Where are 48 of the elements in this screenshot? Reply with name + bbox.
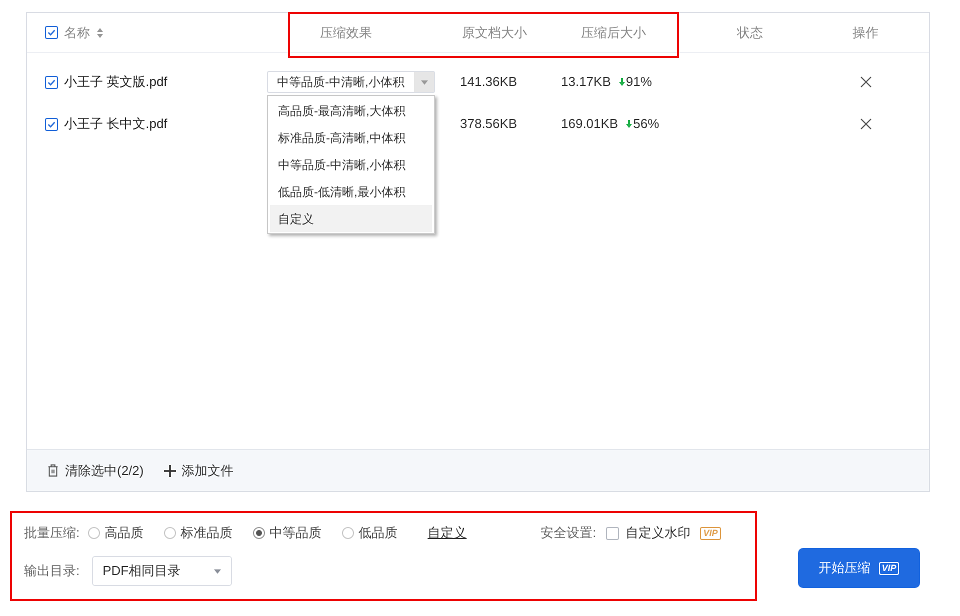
- custom-link[interactable]: 自定义: [428, 523, 467, 543]
- clear-selected-button[interactable]: 清除选中(2/2): [47, 460, 144, 480]
- file-name: 小王子 英文版.pdf: [64, 73, 168, 92]
- menu-item[interactable]: 自定义: [270, 205, 432, 232]
- trash-icon: [47, 464, 59, 477]
- vip-badge: VIP: [700, 526, 721, 540]
- reduction-percent: 56%: [633, 115, 660, 134]
- original-size: 378.56KB: [460, 116, 518, 132]
- add-file-button[interactable]: 添加文件: [164, 460, 234, 480]
- column-header: 压缩后大小: [581, 24, 646, 42]
- file-name: 小王子 长中文.pdf: [64, 115, 168, 134]
- compressed-size: 169.01KB: [561, 115, 618, 134]
- effect-select[interactable]: 中等品质-中清晰,小体积: [267, 71, 435, 93]
- column-header: 操作: [852, 24, 878, 42]
- batch-label: 批量压缩:: [24, 524, 80, 542]
- close-icon[interactable]: [860, 76, 872, 88]
- down-arrow-icon: [626, 120, 632, 128]
- quality-radio[interactable]: 标准品质: [164, 523, 233, 543]
- output-label: 输出目录:: [24, 562, 80, 580]
- menu-item[interactable]: 标准品质-高清晰,中体积: [270, 124, 432, 151]
- quality-radio[interactable]: 高品质: [88, 523, 144, 543]
- output-directory-select[interactable]: PDF相同目录: [92, 556, 232, 586]
- watermark-label: 自定义水印: [625, 524, 690, 542]
- close-icon[interactable]: [860, 118, 872, 130]
- down-arrow-icon: [618, 78, 625, 86]
- plus-icon: [164, 464, 176, 476]
- column-header: 名称: [64, 24, 90, 42]
- checkbox[interactable]: [45, 26, 58, 39]
- column-header: 状态: [737, 24, 763, 42]
- sort-icon[interactable]: [96, 26, 104, 38]
- menu-item[interactable]: 中等品质-中清晰,小体积: [270, 151, 432, 178]
- compressed-size: 13.17KB: [561, 73, 611, 92]
- original-size: 141.36KB: [460, 74, 518, 90]
- checkbox[interactable]: [45, 76, 58, 88]
- menu-item[interactable]: 低品质-低清晰,最小体积: [270, 178, 432, 205]
- start-compress-button[interactable]: 开始压缩 VIP: [798, 548, 920, 588]
- column-header: 压缩效果: [320, 24, 372, 42]
- checkbox[interactable]: [606, 526, 620, 540]
- reduction-percent: 91%: [626, 73, 652, 92]
- menu-item[interactable]: 高品质-最高清晰,大体积: [270, 97, 432, 124]
- caret-icon: [420, 80, 428, 84]
- quality-radio[interactable]: 低品质: [342, 523, 398, 543]
- security-label: 安全设置:: [540, 524, 596, 542]
- quality-radio[interactable]: 中等品质: [252, 523, 322, 543]
- column-header: 原文档大小: [462, 24, 527, 42]
- caret-icon: [214, 568, 221, 574]
- checkbox[interactable]: [45, 118, 58, 130]
- vip-badge: VIP: [878, 562, 900, 574]
